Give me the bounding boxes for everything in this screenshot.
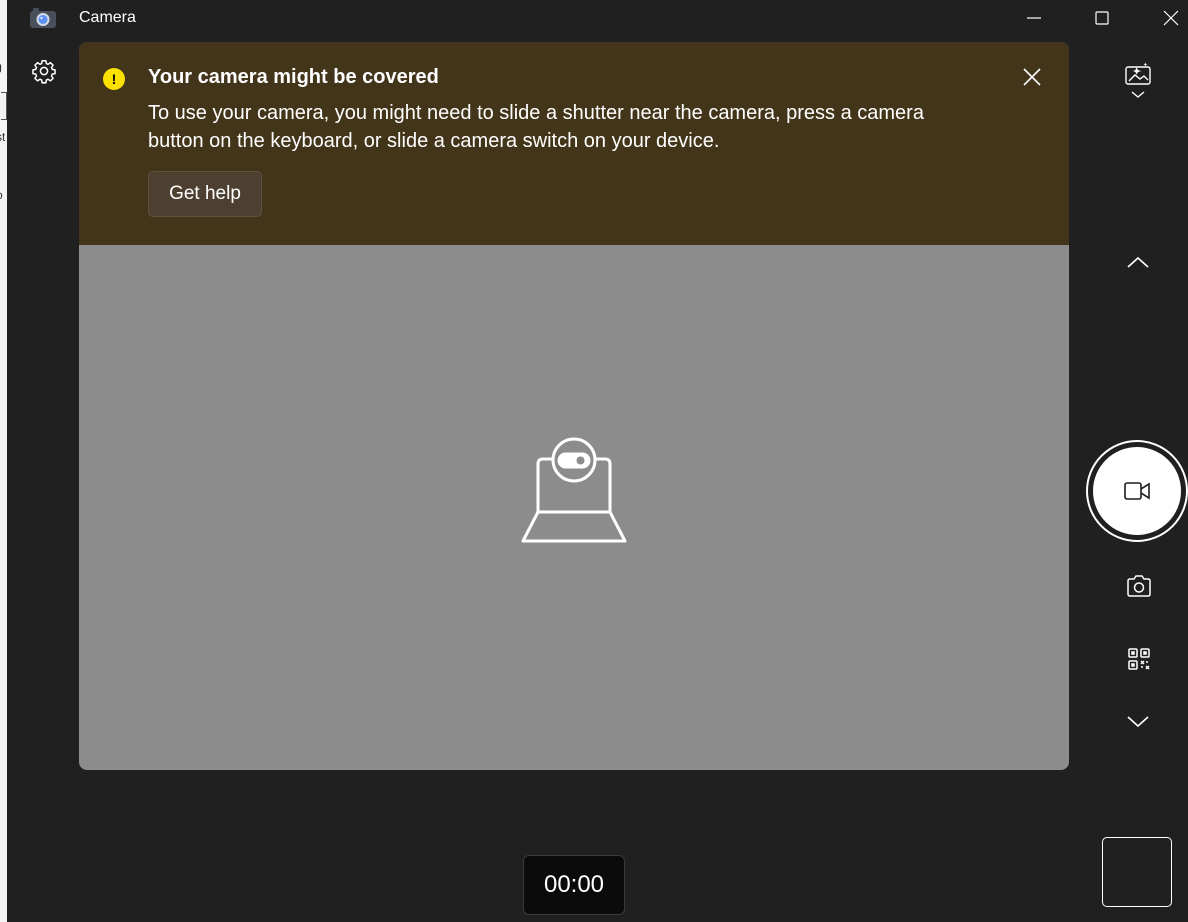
warning-icon: ! bbox=[103, 68, 125, 90]
video-camera-icon bbox=[1124, 482, 1150, 500]
chevron-down-icon bbox=[1131, 91, 1145, 98]
banner-message: To use your camera, you might need to sl… bbox=[148, 102, 924, 152]
scan-mode-button[interactable] bbox=[1123, 643, 1155, 675]
minimize-icon bbox=[1027, 17, 1041, 19]
close-icon bbox=[1023, 68, 1041, 86]
camera-covered-icon bbox=[519, 437, 629, 547]
gear-icon bbox=[32, 59, 56, 84]
background-text-4: o bbox=[0, 188, 3, 202]
chevron-down-icon bbox=[1127, 716, 1149, 728]
camera-app-icon bbox=[29, 7, 57, 29]
gallery-thumbnail[interactable] bbox=[1102, 837, 1172, 907]
banner-close-button[interactable] bbox=[1019, 64, 1045, 90]
background-window: J st - o bbox=[0, 0, 7, 922]
capture-button-face bbox=[1093, 447, 1181, 535]
recording-timer: 00:00 bbox=[523, 855, 625, 915]
settings-button[interactable] bbox=[29, 56, 59, 86]
camera-app-window: Camera ! Your camera might be covered To… bbox=[7, 0, 1188, 922]
photo-camera-icon bbox=[1127, 575, 1151, 597]
chevron-up-icon bbox=[1127, 256, 1149, 268]
more-modes-button[interactable] bbox=[1123, 708, 1153, 736]
maximize-icon bbox=[1095, 11, 1109, 25]
background-text-1: J bbox=[0, 62, 2, 76]
background-text-2: st bbox=[0, 130, 6, 144]
sparkle-image-icon bbox=[1125, 62, 1151, 98]
banner-title: Your camera might be covered bbox=[148, 66, 439, 88]
maximize-button[interactable] bbox=[1079, 0, 1125, 36]
close-button[interactable] bbox=[1148, 0, 1188, 36]
camera-covered-banner: ! Your camera might be covered To use yo… bbox=[79, 42, 1069, 245]
qr-code-icon bbox=[1128, 648, 1150, 670]
capture-button[interactable] bbox=[1086, 440, 1188, 542]
camera-preview: ! Your camera might be covered To use yo… bbox=[79, 42, 1069, 770]
title-bar: Camera bbox=[7, 0, 1188, 38]
effects-button[interactable] bbox=[1118, 58, 1158, 104]
get-help-button[interactable]: Get help bbox=[148, 171, 262, 217]
minimize-button[interactable] bbox=[1011, 0, 1057, 36]
photo-mode-button[interactable] bbox=[1123, 570, 1155, 602]
close-icon bbox=[1163, 10, 1179, 26]
collapse-modes-button[interactable] bbox=[1123, 248, 1153, 276]
window-title: Camera bbox=[79, 9, 136, 26]
